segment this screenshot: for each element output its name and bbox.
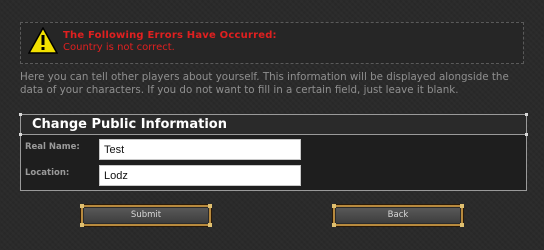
back-button[interactable]: Back (332, 204, 464, 227)
submit-button[interactable]: Submit (80, 204, 212, 227)
warning-icon (28, 27, 58, 54)
panel-title: Change Public Information (21, 115, 526, 135)
panel-corner (19, 113, 22, 116)
error-box: The Following Errors Have Occurred: Coun… (20, 22, 524, 64)
real-name-input[interactable] (99, 139, 301, 160)
back-label: Back (387, 210, 409, 220)
panel-corner (525, 133, 528, 136)
submit-label: Submit (130, 210, 162, 220)
panel-corner (525, 113, 528, 116)
location-label: Location: (25, 168, 70, 178)
panel-corner (19, 133, 22, 136)
location-input[interactable] (99, 165, 301, 186)
error-message: Country is not correct. (63, 42, 175, 53)
public-info-panel: Change Public Information Real Name: Loc… (20, 114, 527, 191)
error-title: The Following Errors Have Occurred: (63, 30, 277, 41)
intro-text: Here you can tell other players about yo… (20, 71, 509, 96)
real-name-label: Real Name: (25, 142, 80, 152)
location-row: Location: (21, 163, 526, 190)
real-name-row: Real Name: (21, 137, 526, 164)
